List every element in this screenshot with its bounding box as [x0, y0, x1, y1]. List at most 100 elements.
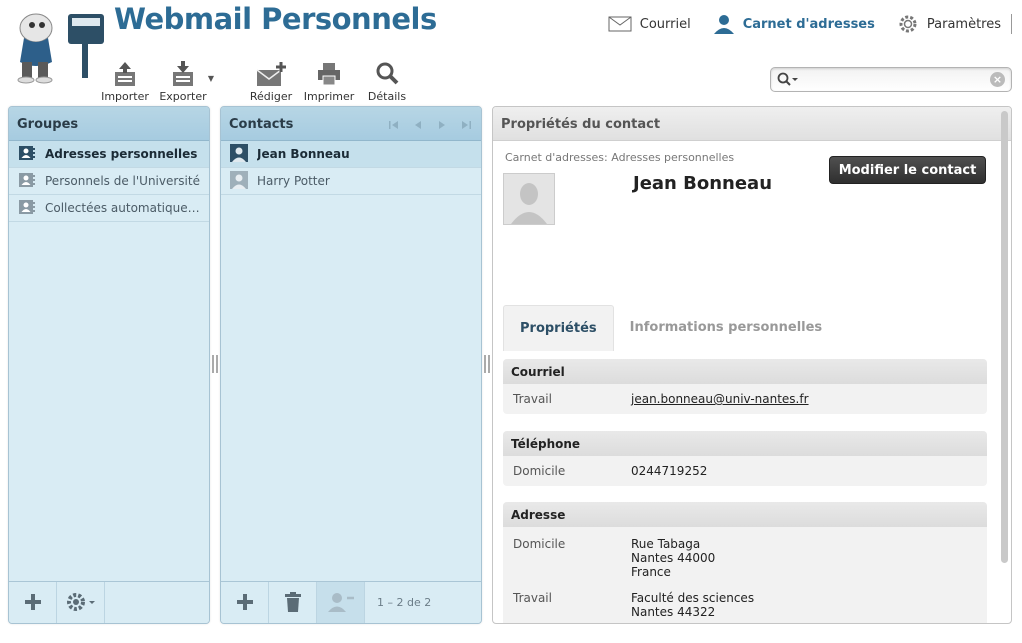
- nav-separator: [1011, 14, 1012, 34]
- search-box[interactable]: ×: [770, 67, 1012, 92]
- app-title: Webmail Personnels: [114, 2, 437, 36]
- addressbook-icon: [18, 199, 36, 218]
- group-item-personal[interactable]: Adresses personnelles: [9, 141, 209, 168]
- address-line: Nantes 44322: [631, 605, 716, 619]
- groups-panel: Groupes Adresses personnelles Personnels…: [8, 106, 210, 624]
- contact-photo: [503, 173, 555, 225]
- phone-section: Téléphone Domicile 0244719252: [503, 431, 987, 486]
- top-navigation: Courriel Carnet d'adresses Paramètres: [608, 10, 1012, 38]
- remove-person-icon: [327, 592, 355, 615]
- plus-icon: [236, 593, 254, 614]
- nav-settings-label: Paramètres: [926, 16, 1001, 32]
- address-line: Nantes 44000: [631, 551, 716, 565]
- nav-mail-label: Courriel: [639, 16, 691, 32]
- details-tabs: Propriétés Informations personnelles: [503, 305, 838, 351]
- address-legend: Adresse: [503, 502, 987, 527]
- email-section: Courriel Travail jean.bonneau@univ-nante…: [503, 359, 987, 414]
- email-link[interactable]: jean.bonneau@univ-nantes.fr: [631, 392, 809, 406]
- groups-header: Groupes: [9, 107, 209, 141]
- phone-value: 0244719252: [631, 464, 708, 478]
- addressbook-icon: [18, 145, 36, 164]
- dropdown-arrow-icon[interactable]: ▼: [208, 74, 214, 83]
- work-address-row: Travail Faculté des sciences Nantes 4432…: [503, 587, 987, 623]
- contacts-panel: Contacts Jean Bonneau Harry Potter 1 – 2…: [220, 106, 482, 624]
- phone-legend: Téléphone: [503, 431, 987, 456]
- remove-from-group-button[interactable]: [317, 582, 365, 623]
- email-legend: Courriel: [503, 359, 987, 384]
- group-item-university[interactable]: Personnels de l'Université: [9, 168, 209, 195]
- work-address-value: Faculté des sciences Nantes 44322: [631, 591, 754, 619]
- toolbar: Importer Exporter ▼ Rédiger Imprimer Dét…: [96, 58, 416, 103]
- tab-personal-info[interactable]: Informations personnelles: [614, 305, 839, 351]
- details-header: Propriétés du contact: [493, 107, 1011, 141]
- trash-icon: [284, 591, 302, 615]
- first-page-icon[interactable]: [389, 119, 399, 133]
- search-icon[interactable]: [777, 72, 799, 91]
- home-address-label: Domicile: [513, 537, 566, 551]
- clear-search-icon[interactable]: ×: [990, 72, 1005, 87]
- contact-avatar-icon: [230, 170, 248, 192]
- splitter-handle[interactable]: [212, 355, 218, 373]
- group-label: Collectées automatiquem…: [45, 201, 209, 215]
- address-line: Rue Tabaga: [631, 537, 701, 551]
- export-icon: [169, 58, 197, 88]
- add-group-button[interactable]: [9, 582, 57, 623]
- gear-icon: [65, 591, 97, 616]
- plus-icon: [24, 593, 42, 614]
- add-contact-button[interactable]: [221, 582, 269, 623]
- import-button[interactable]: Importer: [96, 58, 154, 103]
- group-label: Personnels de l'Université: [45, 174, 200, 188]
- group-options-button[interactable]: [57, 582, 105, 623]
- compose-label: Rédiger: [249, 90, 293, 103]
- next-page-icon[interactable]: [437, 119, 447, 133]
- addressbook-icon: [18, 172, 36, 191]
- compose-button[interactable]: Rédiger: [242, 58, 300, 103]
- contact-label: Harry Potter: [257, 174, 330, 188]
- email-label: Travail: [513, 392, 552, 406]
- group-item-collected[interactable]: Collectées automatiquem…: [9, 195, 209, 222]
- nav-addressbook-label: Carnet d'adresses: [742, 16, 875, 32]
- address-line: Faculté des sciences: [631, 591, 755, 605]
- nav-settings[interactable]: Paramètres: [897, 13, 1001, 35]
- contact-label: Jean Bonneau: [257, 147, 350, 161]
- nav-mail[interactable]: Courriel: [608, 16, 691, 32]
- address-line: France: [631, 565, 671, 579]
- logo-mascot: [10, 6, 110, 84]
- phone-label: Domicile: [513, 464, 566, 478]
- groups-footer: [9, 581, 209, 623]
- splitter-handle[interactable]: [484, 355, 490, 373]
- edit-contact-button[interactable]: Modifier le contact: [829, 156, 986, 184]
- home-address-value: Rue Tabaga Nantes 44000 France: [631, 537, 715, 579]
- magnifier-icon: [373, 58, 401, 88]
- last-page-icon[interactable]: [461, 119, 471, 133]
- contact-name: Jean Bonneau: [633, 173, 773, 194]
- compose-icon: [255, 58, 287, 88]
- printer-icon: [315, 58, 343, 88]
- gear-icon: [897, 13, 919, 35]
- contacts-count: 1 – 2 de 2: [377, 596, 432, 609]
- export-button[interactable]: Exporter ▼: [154, 58, 214, 103]
- nav-addressbook[interactable]: Carnet d'adresses: [713, 14, 875, 34]
- print-button[interactable]: Imprimer: [300, 58, 358, 103]
- group-label: Adresses personnelles: [45, 147, 198, 161]
- details-button[interactable]: Détails: [358, 58, 416, 103]
- pager: [389, 119, 471, 133]
- contact-item-harry[interactable]: Harry Potter: [221, 168, 481, 195]
- details-label: Détails: [367, 90, 407, 103]
- person-icon: [713, 14, 735, 34]
- import-label: Importer: [101, 90, 149, 103]
- contact-details-panel: Propriétés du contact Carnet d'adresses:…: [492, 106, 1012, 624]
- tab-properties[interactable]: Propriétés: [503, 305, 614, 351]
- search-input[interactable]: [803, 71, 983, 89]
- print-label: Imprimer: [303, 90, 355, 103]
- export-label: Exporter: [159, 90, 207, 103]
- delete-contact-button[interactable]: [269, 582, 317, 623]
- contact-item-jean[interactable]: Jean Bonneau: [221, 141, 481, 168]
- previous-page-icon[interactable]: [413, 119, 423, 133]
- scrollbar[interactable]: [1001, 111, 1008, 563]
- contacts-footer: 1 – 2 de 2: [221, 581, 481, 623]
- phone-row: Domicile 0244719252: [503, 456, 987, 486]
- addressbook-info: Carnet d'adresses: Adresses personnelles: [505, 151, 735, 164]
- envelope-icon: [608, 16, 632, 32]
- import-icon: [111, 58, 139, 88]
